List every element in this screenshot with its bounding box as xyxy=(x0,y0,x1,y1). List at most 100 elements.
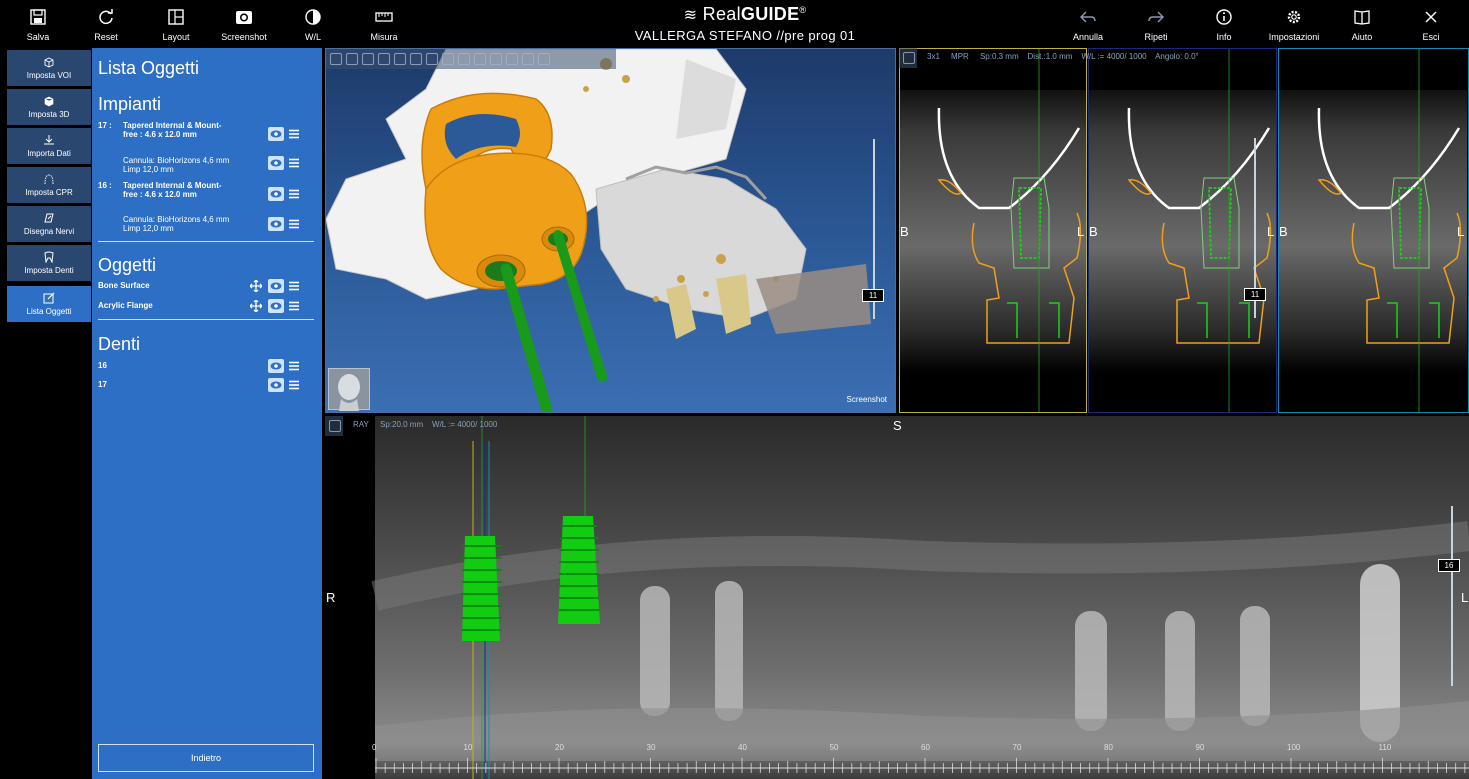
menu-icon[interactable] xyxy=(288,280,300,292)
guide-tool-icon[interactable] xyxy=(506,53,518,65)
pano-slider-value[interactable]: 16 xyxy=(1438,559,1460,572)
mpr-distance: Dist.:1.0 mm xyxy=(1027,52,1073,61)
skull-tool-icon[interactable] xyxy=(346,53,358,65)
mpr-slider-value[interactable]: 11 xyxy=(1244,288,1266,301)
ruler-label: 90 xyxy=(1195,743,1205,752)
sidebar-item-imposta-denti[interactable]: Imposta Denti xyxy=(7,245,91,281)
mpr-move-handle[interactable] xyxy=(899,48,917,68)
pano-slice-slider[interactable] xyxy=(1451,506,1453,686)
teeth-tool-icon[interactable] xyxy=(458,53,470,65)
help-button[interactable]: Aiuto xyxy=(1346,0,1378,48)
cannula-name: Cannula: BioHorizons 4,6 mm Limp 12,0 mm xyxy=(123,156,230,174)
menu-icon[interactable] xyxy=(288,360,300,372)
app-logo: ≋ RealGUIDE® xyxy=(600,4,890,25)
cut-tool-icon[interactable] xyxy=(442,53,454,65)
menu-icon[interactable] xyxy=(288,300,300,312)
object-row[interactable]: Bone Surface xyxy=(98,279,308,297)
3d-slider-value[interactable]: 11 xyxy=(862,289,884,302)
save-button[interactable]: Salva xyxy=(22,0,54,48)
mpr-slices xyxy=(899,48,1469,413)
implant-row[interactable]: 17 : Tapered Internal & Mount-free : 4.6… xyxy=(98,121,308,149)
tooth-tool-icon[interactable] xyxy=(394,53,406,65)
undo-button[interactable]: Annulla xyxy=(1068,0,1108,48)
divider xyxy=(98,241,314,242)
visibility-toggle[interactable] xyxy=(268,156,284,170)
measure-button[interactable]: Misura xyxy=(364,0,404,48)
move-icon[interactable] xyxy=(250,300,262,312)
nerve-tool-icon[interactable] xyxy=(522,53,534,65)
pano-info-bar: RAY Sp:20.0 mm W/L := 4000/ 1000 xyxy=(353,420,497,429)
sidebar-item-imposta-3d[interactable]: Imposta 3D xyxy=(7,89,91,125)
menu-icon[interactable] xyxy=(288,218,300,230)
eye-icon xyxy=(270,130,282,138)
3d-tools-strip xyxy=(326,49,616,69)
layout-label: Layout xyxy=(162,32,190,42)
sidebar-item-importa-dati[interactable]: Importa Dati xyxy=(7,128,91,164)
ruler-label: 110 xyxy=(1378,743,1392,752)
implant-number: 16 : xyxy=(98,181,112,190)
camera-icon xyxy=(236,11,252,24)
pano-move-handle[interactable] xyxy=(325,416,343,436)
visibility-toggle[interactable] xyxy=(268,299,284,313)
download-icon xyxy=(44,135,54,145)
mpr-label-b: B xyxy=(1279,224,1288,239)
mpr-label-b: B xyxy=(1089,224,1098,239)
implant-tool-icon[interactable] xyxy=(426,53,438,65)
visibility-toggle[interactable] xyxy=(268,217,284,231)
cube-3d-icon xyxy=(44,96,54,107)
implant-row[interactable]: 16 : Tapered Internal & Mount-free : 4.6… xyxy=(98,181,308,209)
move-tool-icon[interactable] xyxy=(330,53,342,65)
menu-icon[interactable] xyxy=(288,188,300,200)
measure-label: Misura xyxy=(370,32,398,42)
image-tool-icon[interactable] xyxy=(490,53,502,65)
viewport-mpr[interactable]: 3x1 MPR Sp:0.3 mm Dist.:1.0 mm W/L := 40… xyxy=(899,48,1469,413)
mpr-label-b: B xyxy=(900,224,909,239)
sidebar-item-imposta-voi[interactable]: Imposta VOI xyxy=(7,50,91,86)
visibility-toggle[interactable] xyxy=(268,187,284,201)
visibility-toggle[interactable] xyxy=(268,279,284,293)
layout-icon xyxy=(168,9,184,25)
top-toolbar: Salva Reset Layout Screenshot W/L Misura… xyxy=(0,0,1469,48)
wl-button[interactable]: W/L xyxy=(298,0,328,48)
object-row[interactable]: Acrylic Flange xyxy=(98,299,308,317)
menu-icon[interactable] xyxy=(288,128,300,140)
object-list-panel: Lista Oggetti Impianti 17 : Tapered Inte… xyxy=(92,48,322,779)
drill-tool-icon[interactable] xyxy=(538,53,550,65)
cannula-row[interactable]: Cannula: BioHorizons 4,6 mm Limp 12,0 mm xyxy=(98,156,308,176)
info-button[interactable]: Info xyxy=(1208,0,1240,48)
mpr-label-l: L xyxy=(1077,224,1085,239)
move-icon[interactable] xyxy=(250,280,262,292)
move-tool-icon[interactable] xyxy=(903,52,915,64)
close-tool-icon[interactable] xyxy=(410,53,422,65)
back-button[interactable]: Indietro xyxy=(98,744,314,772)
panoramic-image xyxy=(371,416,1469,779)
radiation-tool-icon[interactable] xyxy=(362,53,374,65)
sidebar-item-imposta-cpr[interactable]: Imposta CPR xyxy=(7,167,91,203)
arch-tool-icon[interactable] xyxy=(474,53,486,65)
settings-button[interactable]: Impostazioni xyxy=(1264,0,1324,48)
cannula-row[interactable]: Cannula: BioHorizons 4,6 mm Limp 12,0 mm xyxy=(98,215,308,235)
orientation-head-icon[interactable] xyxy=(328,368,370,411)
layout-button[interactable]: Layout xyxy=(158,0,194,48)
tooth-row[interactable]: 16 xyxy=(98,359,308,377)
reset-button[interactable]: Reset xyxy=(90,0,122,48)
eye-icon xyxy=(270,159,282,167)
sidebar-item-disegna-nervi[interactable]: Disegna Nervi xyxy=(7,206,91,242)
visibility-toggle[interactable] xyxy=(268,378,284,392)
screenshot-button[interactable]: Screenshot xyxy=(218,0,270,48)
redo-button[interactable]: Ripeti xyxy=(1136,0,1176,48)
mpr-label-l: L xyxy=(1267,224,1275,239)
visibility-toggle[interactable] xyxy=(268,127,284,141)
viewport-panoramic[interactable]: RAY Sp:20.0 mm W/L := 4000/ 1000 S R L 1… xyxy=(325,416,1469,779)
rotate-tool-icon[interactable] xyxy=(378,53,390,65)
eye-icon xyxy=(270,381,282,389)
visibility-toggle[interactable] xyxy=(268,359,284,373)
menu-icon[interactable] xyxy=(288,157,300,169)
tooth-row[interactable]: 17 xyxy=(98,378,308,396)
sidebar-item-lista-oggetti[interactable]: Lista Oggetti xyxy=(7,286,91,322)
info-label: Info xyxy=(1216,32,1232,42)
exit-button[interactable]: Esci xyxy=(1416,0,1446,48)
move-tool-icon[interactable] xyxy=(329,420,341,432)
viewport-3d[interactable]: 11 Screenshot xyxy=(325,48,896,413)
menu-icon[interactable] xyxy=(288,379,300,391)
